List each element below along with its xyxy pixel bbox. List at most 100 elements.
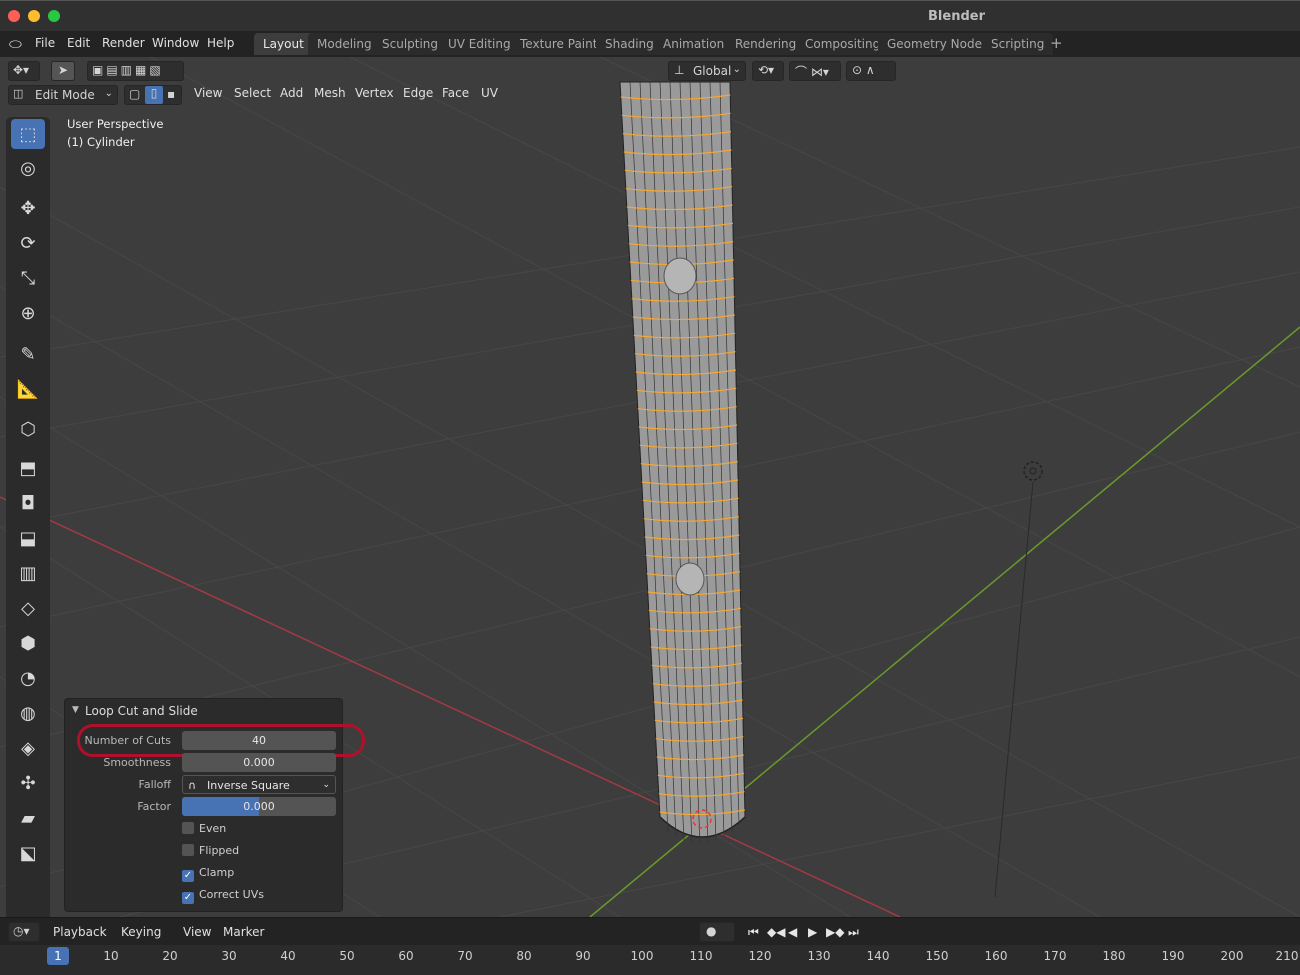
menu-marker[interactable]: Marker [223,925,264,939]
pivot-point-dropdown[interactable]: ⟲▾ [752,61,784,81]
clamp-checkbox[interactable]: ✓ Clamp [182,866,234,882]
edge-select-icon[interactable]: ▯ [145,86,163,104]
inset-tool-icon[interactable]: ◘ [11,488,45,518]
menu-uv[interactable]: UV [481,86,498,100]
falloff-curve-icon: ∩ [188,779,197,792]
edge-slide-tool-icon[interactable]: ◈ [11,733,45,763]
extrude-tool-icon[interactable]: ⬒ [11,453,45,483]
jump-start-icon[interactable]: ⏮ [748,925,759,940]
blender-logo-icon[interactable]: ⬭ [9,35,22,53]
tab-compositing[interactable]: Compositing [796,33,890,55]
menu-add[interactable]: Add [280,86,303,100]
checkbox-box [182,822,194,834]
select-mode-group[interactable]: ▣▤▥▦▧ [87,61,184,81]
frame-tick: 170 [1043,949,1067,963]
shrink-fatten-tool-icon[interactable]: ✣ [11,768,45,798]
light-object [1023,461,1043,481]
menu-face[interactable]: Face [442,86,469,100]
falloff-dropdown[interactable]: ∩ Inverse Square ⌄ [182,775,336,794]
tab-scripting[interactable]: Scripting [982,33,1054,55]
tab-sculpting[interactable]: Sculpting [373,33,448,55]
add-workspace-button[interactable]: + [1050,34,1063,52]
menu-vertex[interactable]: Vertex [355,86,394,100]
select-tool-toggle[interactable]: ➤ [51,61,75,81]
rip-region-tool-icon[interactable]: ⬕ [11,838,45,868]
tab-animation[interactable]: Animation [654,33,734,55]
knife-tool-icon[interactable]: ◇ [11,593,45,623]
annotate-tool-icon[interactable]: ✎ [11,339,45,369]
face-select-icon[interactable]: ▪ [167,87,175,101]
rotate-tool-icon[interactable]: ⟳ [11,228,45,258]
loop-cut-tool-icon[interactable]: ▥ [11,558,45,588]
next-keyframe-icon[interactable]: ▶◆ [826,925,844,939]
select-box-icon[interactable]: ▣▤▥▦▧ [92,63,164,77]
menu-keying[interactable]: Keying [121,925,161,939]
tab-rendering[interactable]: Rendering [726,33,806,55]
transform-tool-icon[interactable]: ⊕ [11,298,45,328]
spin-tool-icon[interactable]: ◔ [11,663,45,693]
menu-file[interactable]: File [35,36,55,50]
menu-window[interactable]: Window [152,36,199,50]
menu-select[interactable]: Select [234,86,271,100]
loop-cut-operator-panel[interactable]: ▼ Loop Cut and Slide Number of Cuts 40 S… [64,698,365,912]
menu-mesh[interactable]: Mesh [314,86,346,100]
timeline-ruler[interactable]: 1 10 20 30 40 50 60 70 80 90 100 110 120… [0,945,1300,975]
frame-tick: 70 [457,949,473,963]
scale-tool-icon[interactable]: ⤡ [11,263,45,293]
measure-tool-icon[interactable]: 📐 [11,374,45,404]
tab-geometry-nodes[interactable]: Geometry Nodes [878,33,998,55]
vertex-select-icon[interactable]: ▢ [129,87,140,101]
menu-playback[interactable]: Playback [53,925,107,939]
mode-dropdown[interactable]: ◫ Edit Mode ⌄ [8,85,118,105]
move-tool-icon[interactable]: ✥ [11,193,45,223]
poly-build-tool-icon[interactable]: ⬢ [11,628,45,658]
proportional-editing-group[interactable]: ⊙ ∧ [846,61,896,81]
zoom-window-button[interactable] [48,10,60,22]
tab-texture-paint[interactable]: Texture Paint [511,33,607,55]
correct-uvs-checkbox[interactable]: ✓ Correct UVs [182,888,264,904]
bevel-tool-icon[interactable]: ⬓ [11,523,45,553]
factor-slider[interactable]: 0.000 [182,797,336,816]
snapping-group[interactable]: ⌒ ⋈▾ [789,61,841,81]
even-checkbox[interactable]: Even [182,822,226,835]
transform-orientation-dropdown[interactable]: ⊥ Global ⌄ [668,61,746,81]
menu-render[interactable]: Render [102,36,145,50]
select-box-tool-icon[interactable]: ⬚ [11,119,45,149]
cursor-tool-icon[interactable]: ◎ [11,153,45,183]
menu-edge[interactable]: Edge [403,86,433,100]
timeline-editor-type-button[interactable]: ◷▾ [8,922,40,942]
record-icon: ● [706,924,717,938]
frame-tick: 80 [516,949,532,963]
checkmark-icon: ✓ [182,892,194,904]
add-cube-tool-icon[interactable]: ⬡ [11,414,45,444]
jump-end-icon[interactable]: ⏭ [848,925,859,940]
record-button[interactable]: ● [699,922,735,942]
prev-keyframe-icon[interactable]: ◆◀ [767,925,785,939]
select-mode-buttons[interactable]: ▢ ▯ ▪ [124,85,182,105]
minimize-window-button[interactable] [28,10,40,22]
tab-shading[interactable]: Shading [596,33,663,55]
smoothness-label: Smoothness [103,756,171,769]
play-icon[interactable]: ▶ [808,925,817,939]
smoothness-field[interactable]: 0.000 [182,753,336,772]
tab-layout[interactable]: Layout [254,33,313,55]
frame-tick: 90 [575,949,591,963]
editor-type-button[interactable]: ✥▾ [8,61,40,81]
flipped-checkbox[interactable]: Flipped [182,844,239,857]
current-frame-indicator[interactable]: 1 [47,947,69,965]
collapse-triangle-icon[interactable]: ▼ [72,705,79,715]
shear-tool-icon[interactable]: ▰ [11,803,45,833]
frame-tick: 190 [1161,949,1185,963]
menu-edit[interactable]: Edit [67,36,90,50]
menu-help[interactable]: Help [207,36,234,50]
frame-tick: 150 [925,949,949,963]
menu-timeline-view[interactable]: View [183,925,211,939]
menu-view[interactable]: View [194,86,222,100]
mode-value: Edit Mode [35,88,95,102]
tab-modeling[interactable]: Modeling [308,33,381,55]
tab-uv-editing[interactable]: UV Editing [439,33,520,55]
play-reverse-icon[interactable]: ◀ [788,925,797,939]
frame-tick: 110 [689,949,713,963]
smooth-tool-icon[interactable]: ◍ [11,698,45,728]
close-window-button[interactable] [8,10,20,22]
